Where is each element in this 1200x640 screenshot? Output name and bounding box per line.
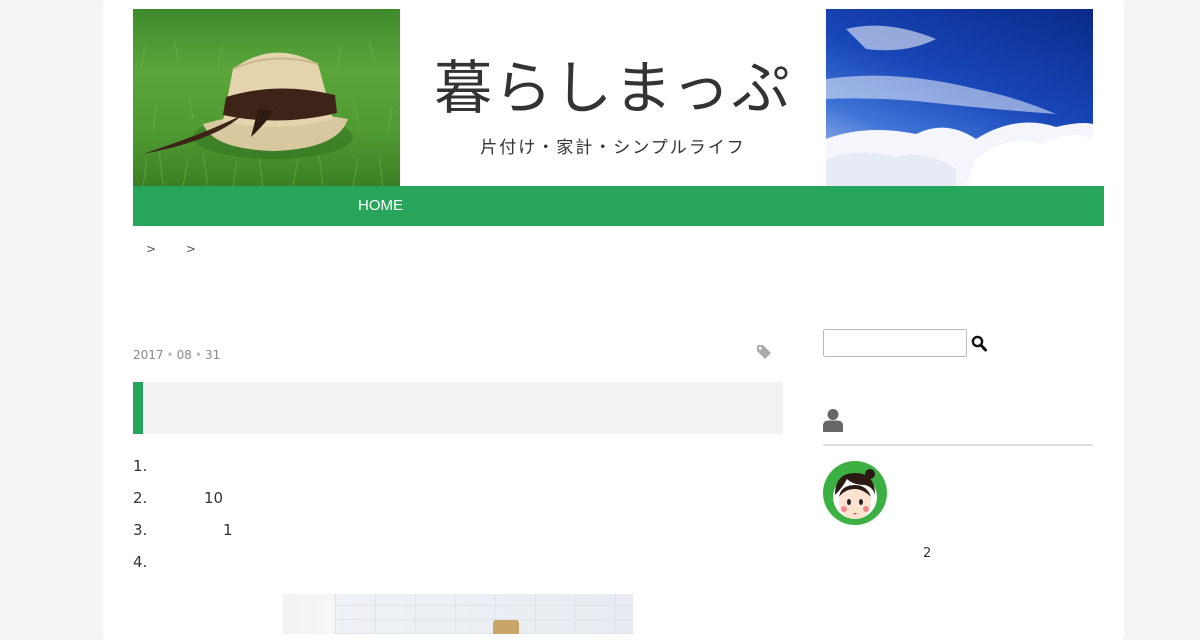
- date-separator: •: [194, 348, 202, 362]
- toc-item[interactable]: 3. 1: [133, 520, 233, 552]
- toc-number: 4.: [133, 553, 148, 571]
- table-of-contents: 1. 2. 10 3. 1 4.: [133, 456, 233, 584]
- sidebar-divider: [823, 444, 1093, 446]
- site-subtitle: 片付け・家計・シンプルライフ: [480, 138, 746, 158]
- site-title-block: 暮らしまっぷ 片付け・家計・シンプルライフ: [400, 9, 826, 186]
- tag-icon[interactable]: [756, 344, 772, 360]
- toc-item[interactable]: 2. 10: [133, 488, 223, 520]
- date-month: 08: [176, 348, 192, 362]
- site-title[interactable]: 暮らしまっぷ: [400, 53, 826, 123]
- search-input[interactable]: [823, 329, 967, 357]
- bottle-cap: [493, 620, 519, 634]
- toc-item[interactable]: 1.: [133, 456, 151, 488]
- date-day: 31: [204, 348, 221, 362]
- toc-text: 1: [223, 521, 233, 539]
- search-icon[interactable]: [971, 335, 987, 352]
- main-nav: HOME: [133, 186, 1104, 226]
- breadcrumb-separator: >: [146, 242, 157, 256]
- breadcrumb-separator: >: [185, 242, 196, 256]
- post-title-box: [133, 382, 783, 434]
- straw-hat-photo: [133, 9, 400, 186]
- avatar: [823, 461, 887, 525]
- breadcrumb: > >: [146, 242, 222, 256]
- post-date: 2017 • 08 • 31: [133, 348, 220, 362]
- date-year: 2017: [133, 348, 164, 362]
- toc-number: 3.: [133, 521, 148, 539]
- profile-text: 2: [923, 546, 932, 561]
- nav-home[interactable]: HOME: [358, 186, 403, 226]
- blue-sky-photo: [826, 9, 1093, 186]
- user-icon: [823, 408, 843, 432]
- header-banner[interactable]: 暮らしまっぷ 片付け・家計・シンプルライフ: [133, 9, 1093, 186]
- brick-wall-background: [335, 594, 633, 634]
- toc-number: 1.: [133, 457, 148, 475]
- toc-number: 2.: [133, 489, 148, 507]
- post-image: [283, 594, 633, 634]
- toc-item[interactable]: 4.: [133, 552, 151, 584]
- date-separator: •: [166, 348, 174, 362]
- toc-text: 10: [204, 489, 224, 507]
